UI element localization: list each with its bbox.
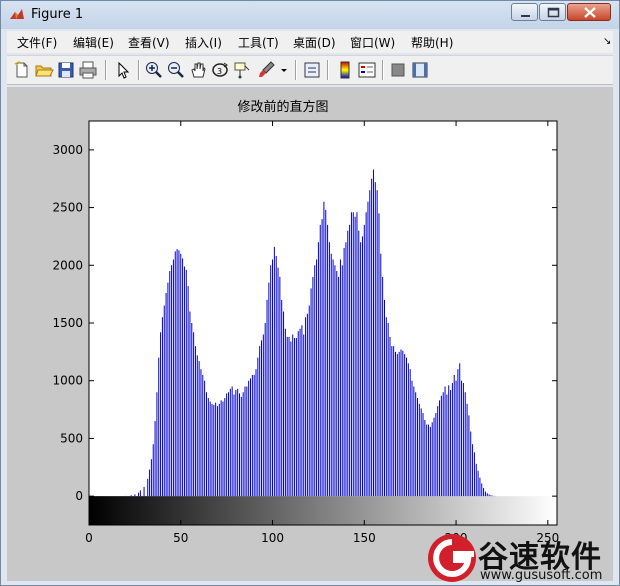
histogram-chart[interactable]: 050010001500200025003000050100150200250 … <box>7 87 613 581</box>
svg-text:3: 3 <box>217 67 222 76</box>
colorbar-icon[interactable] <box>335 60 355 80</box>
y-tick-label: 2500 <box>52 201 83 215</box>
toolbar-separator <box>105 60 107 80</box>
toolbar-separator <box>327 60 329 80</box>
y-tick-label: 0 <box>75 489 83 503</box>
chart-title: 修改前的直方图 <box>237 99 328 115</box>
edit-plot-arrow-icon[interactable] <box>113 60 133 80</box>
y-tick-label: 2000 <box>52 258 83 272</box>
print-icon[interactable] <box>78 60 98 80</box>
menu-overflow-icon[interactable]: ↘ <box>603 36 611 47</box>
zoom-out-icon[interactable] <box>166 60 186 80</box>
y-tick-label: 3000 <box>52 143 83 157</box>
watermark-url: www.gususoft.com <box>480 568 603 583</box>
x-tick-label: 100 <box>261 531 284 545</box>
figure-window: Figure 1 文件(F) 编辑(E) 查看(V) 插入(I) 工具(T) 桌… <box>0 0 620 586</box>
minimize-button[interactable] <box>511 3 538 21</box>
menu-help[interactable]: 帮助(H) <box>411 34 453 51</box>
menu-bar: 文件(F) 编辑(E) 查看(V) 插入(I) 工具(T) 桌面(D) 窗口(W… <box>7 31 613 53</box>
pan-hand-icon[interactable] <box>188 60 208 80</box>
toolbar-separator <box>138 60 140 80</box>
y-tick-label: 1000 <box>52 374 83 388</box>
menu-window[interactable]: 窗口(W) <box>350 34 395 51</box>
toolbar-separator <box>295 60 297 80</box>
y-tick-label: 500 <box>60 431 83 445</box>
open-file-icon[interactable] <box>34 60 54 80</box>
brush-dropdown-icon[interactable] <box>279 60 289 80</box>
x-tick-label: 50 <box>173 531 188 545</box>
rotate-3d-icon[interactable]: 3 <box>210 60 230 80</box>
menu-file[interactable]: 文件(F) <box>17 34 57 51</box>
menu-view[interactable]: 查看(V) <box>128 34 170 51</box>
title-bar[interactable]: Figure 1 <box>1 1 619 29</box>
link-plot-icon[interactable] <box>302 60 322 80</box>
hide-plot-tools-icon[interactable] <box>388 60 408 80</box>
data-cursor-icon[interactable] <box>232 60 252 80</box>
menu-insert[interactable]: 插入(I) <box>185 34 222 51</box>
menu-desktop[interactable]: 桌面(D) <box>293 34 336 51</box>
x-tick-label: 0 <box>85 531 93 545</box>
save-icon[interactable] <box>56 60 76 80</box>
toolbar-separator <box>382 60 384 80</box>
minimize-icon <box>521 15 530 17</box>
y-tick-label: 1500 <box>52 316 83 330</box>
show-plot-tools-icon[interactable] <box>410 60 430 80</box>
close-icon <box>584 7 596 18</box>
x-tick-label: 150 <box>353 531 376 545</box>
brush-icon[interactable] <box>257 60 277 80</box>
grayscale-colorbar <box>89 496 557 525</box>
menu-tools[interactable]: 工具(T) <box>238 34 279 51</box>
zoom-in-icon[interactable] <box>144 60 164 80</box>
maximize-icon <box>547 7 560 18</box>
window-title: Figure 1 <box>31 7 84 22</box>
legend-icon[interactable] <box>357 60 377 80</box>
figure-canvas: 050010001500200025003000050100150200250 … <box>7 87 613 581</box>
matlab-logo-icon <box>10 9 24 20</box>
figure-toolbar: 3 <box>7 55 613 85</box>
close-button[interactable] <box>567 3 611 21</box>
maximize-button[interactable] <box>539 3 566 21</box>
menu-edit[interactable]: 编辑(E) <box>73 34 114 51</box>
new-figure-icon[interactable] <box>12 60 32 80</box>
